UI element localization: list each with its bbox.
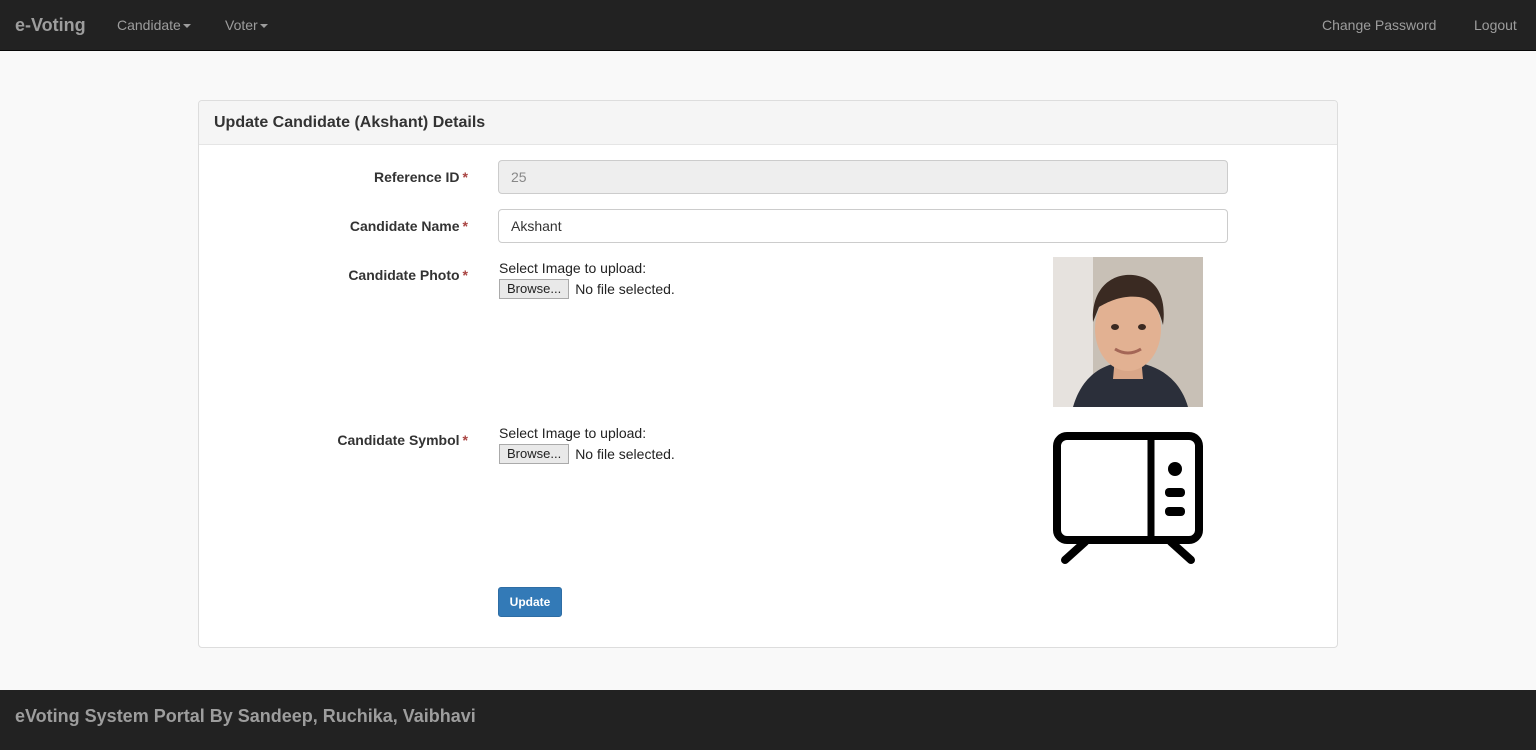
photo-browse-button[interactable]: Browse... bbox=[499, 279, 570, 299]
candidate-symbol-label-text: Candidate Symbol bbox=[337, 432, 460, 448]
candidate-photo-label-text: Candidate Photo bbox=[348, 267, 460, 283]
symbol-file-status: No file selected. bbox=[575, 446, 675, 462]
symbol-browse-button[interactable]: Browse... bbox=[499, 444, 570, 464]
reference-id-label: Reference ID * bbox=[374, 169, 468, 185]
symbol-file-input: Browse... No file selected. bbox=[499, 444, 675, 464]
candidate-symbol-label: Candidate Symbol * bbox=[337, 432, 468, 448]
person-portrait-icon bbox=[1053, 257, 1203, 407]
candidate-name-label: Candidate Name * bbox=[350, 218, 468, 234]
panel-heading: Update Candidate (Akshant) Details bbox=[199, 101, 1337, 145]
panel-title: Update Candidate (Akshant) Details bbox=[214, 114, 486, 131]
nav-candidate-dropdown[interactable]: Candidate bbox=[117, 16, 191, 34]
photo-file-status: No file selected. bbox=[575, 281, 675, 297]
nav-candidate-label: Candidate bbox=[117, 17, 181, 33]
required-mark: * bbox=[462, 432, 468, 448]
candidate-photo-image bbox=[1053, 257, 1203, 407]
candidate-symbol-image bbox=[1053, 432, 1203, 565]
candidate-name-label-text: Candidate Name bbox=[349, 218, 460, 234]
top-navbar: e-Voting Candidate Voter Change Password… bbox=[0, 0, 1536, 51]
required-mark: * bbox=[462, 218, 468, 234]
required-mark: * bbox=[462, 267, 468, 283]
footer-text: eVoting System Portal By Sandeep, Ruchik… bbox=[15, 706, 476, 726]
nav-voter-dropdown[interactable]: Voter bbox=[225, 16, 268, 34]
candidate-name-input[interactable] bbox=[498, 209, 1228, 243]
photo-file-input: Browse... No file selected. bbox=[499, 279, 675, 299]
update-button[interactable]: Update bbox=[498, 587, 562, 617]
reference-id-input bbox=[498, 160, 1228, 194]
caret-down-icon bbox=[259, 24, 268, 29]
brand-logo[interactable]: e-Voting bbox=[15, 15, 86, 35]
nav-voter-label: Voter bbox=[225, 17, 258, 33]
reference-id-label-text: Reference ID bbox=[373, 169, 460, 185]
required-mark: * bbox=[462, 169, 468, 185]
nav-logout[interactable]: Logout bbox=[1474, 16, 1517, 34]
television-icon bbox=[1053, 432, 1203, 564]
candidate-photo-label: Candidate Photo * bbox=[348, 267, 468, 283]
update-candidate-panel: Update Candidate (Akshant) Details Refer… bbox=[198, 100, 1338, 648]
caret-down-icon bbox=[182, 24, 191, 29]
nav-change-password[interactable]: Change Password bbox=[1322, 16, 1436, 34]
symbol-upload-prompt: Select Image to upload: bbox=[499, 425, 647, 441]
footer: eVoting System Portal By Sandeep, Ruchik… bbox=[0, 690, 1536, 750]
photo-upload-prompt: Select Image to upload: bbox=[499, 260, 647, 276]
